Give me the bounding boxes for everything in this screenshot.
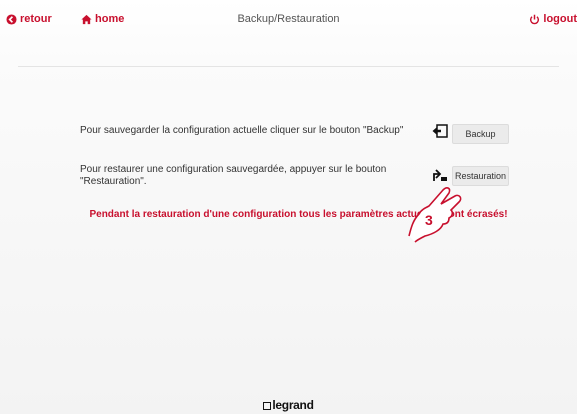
- legrand-logo: legrand: [0, 398, 577, 412]
- page-title: Backup/Restauration: [237, 13, 340, 25]
- backup-description: Pour sauvegarder la configuration actuel…: [80, 125, 404, 136]
- logout-button[interactable]: logout: [529, 13, 577, 25]
- header: retour home Backup/Restauration logout: [0, 0, 577, 40]
- backup-icon[interactable]: [432, 124, 448, 138]
- logout-label: logout: [543, 13, 577, 25]
- brand-name: legrand: [272, 398, 314, 412]
- screen: retour home Backup/Restauration logout P…: [0, 0, 577, 414]
- restore-description: Pour restaurer une configuration sauvega…: [80, 164, 387, 187]
- power-icon: [530, 14, 540, 24]
- backup-button[interactable]: Backup: [452, 124, 509, 144]
- step-number: 3: [425, 212, 433, 228]
- header-divider: [18, 66, 559, 67]
- pointing-hand-icon: [408, 187, 462, 243]
- logo-square-icon: [263, 401, 272, 410]
